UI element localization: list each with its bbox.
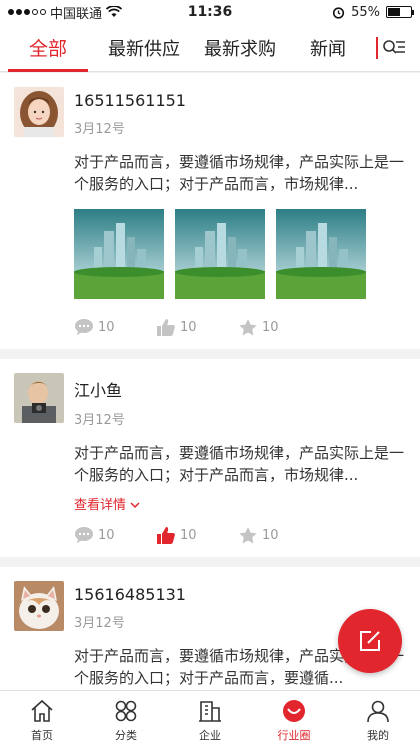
nav-enterprise[interactable]: 企业 <box>168 691 252 747</box>
comment-count: 10 <box>98 527 115 543</box>
like-button[interactable]: 10 <box>156 318 238 337</box>
nav-mine-label: 我的 <box>367 729 389 742</box>
user-icon <box>367 700 389 723</box>
nav-home-label: 首页 <box>31 729 53 742</box>
post-actions: 10 10 10 <box>74 523 406 547</box>
like-count: 10 <box>180 319 197 335</box>
star-count: 10 <box>262 527 279 543</box>
post-card[interactable]: 江小鱼 3月12号 对于产品而言，要遵循市场规律，产品实际上是一个服务的入口；对… <box>0 359 420 557</box>
category-tabs: 全部 最新供应 最新求购 新闻 <box>0 24 420 72</box>
post-feed: 16511561151 3月12号 对于产品而言，要遵循市场规律，产品实际上是一… <box>0 73 420 690</box>
star-icon <box>239 526 257 543</box>
like-count: 10 <box>180 527 197 543</box>
bottom-nav: 首页 分类 企业 行业圈 我的 <box>0 690 420 747</box>
tab-all[interactable]: 全部 <box>0 24 96 72</box>
star-count: 10 <box>262 319 279 335</box>
status-bar: 中国联通 11:36 55% <box>0 0 420 24</box>
comment-button[interactable]: 10 <box>74 318 156 336</box>
battery-icon <box>386 6 414 18</box>
post-images <box>74 209 406 299</box>
post-author[interactable]: 16511561151 <box>74 91 186 110</box>
thumbs-up-icon <box>157 318 175 336</box>
thumbs-up-icon <box>157 526 175 544</box>
nav-industry-circle[interactable]: 行业圈 <box>252 691 336 747</box>
edit-icon <box>360 631 380 651</box>
tab-news[interactable]: 新闻 <box>288 24 368 72</box>
post-actions: 10 10 10 <box>74 315 406 339</box>
post-image[interactable] <box>276 209 366 299</box>
nav-home[interactable]: 首页 <box>0 691 84 747</box>
favorite-button[interactable]: 10 <box>238 526 320 545</box>
building-icon <box>199 701 221 722</box>
post-image[interactable] <box>74 209 164 299</box>
circle-icon <box>283 700 305 722</box>
comment-icon <box>75 319 93 335</box>
wifi-icon <box>106 6 123 17</box>
category-icon <box>115 700 137 722</box>
avatar[interactable] <box>14 87 64 137</box>
favorite-button[interactable]: 10 <box>238 318 320 337</box>
comment-icon <box>75 527 93 543</box>
post-image[interactable] <box>175 209 265 299</box>
comment-button[interactable]: 10 <box>74 526 156 544</box>
post-date: 3月12号 <box>74 616 125 631</box>
nav-industry-circle-label: 行业圈 <box>277 729 311 742</box>
tab-menu-icon[interactable] <box>378 24 410 72</box>
comment-count: 10 <box>98 319 115 335</box>
tab-latest-supply[interactable]: 最新供应 <box>96 24 192 72</box>
avatar[interactable] <box>14 581 64 631</box>
nav-enterprise-label: 企业 <box>199 729 221 742</box>
alarm-icon <box>332 6 345 19</box>
post-author[interactable]: 15616485131 <box>74 585 186 604</box>
post-date: 3月12号 <box>74 122 125 137</box>
home-icon <box>31 699 53 722</box>
status-right: 55% <box>332 4 414 20</box>
avatar[interactable] <box>14 373 64 423</box>
star-icon <box>239 318 257 335</box>
compose-button[interactable] <box>338 609 402 673</box>
signal-icon <box>8 9 46 15</box>
status-left: 中国联通 <box>8 3 123 22</box>
nav-category-label: 分类 <box>115 729 137 742</box>
post-author[interactable]: 江小鱼 <box>74 377 125 401</box>
view-details-label: 查看详情 <box>74 498 127 513</box>
carrier-label: 中国联通 <box>50 6 103 22</box>
nav-mine[interactable]: 我的 <box>336 691 420 747</box>
post-date: 3月12号 <box>74 413 125 428</box>
chevron-down-icon <box>130 502 140 509</box>
tab-latest-purchase[interactable]: 最新求购 <box>192 24 288 72</box>
post-content[interactable]: 对于产品而言，要遵循市场规律，产品实际上是一个服务的入口；对于产品而言，市场规律… <box>74 442 406 486</box>
battery-percent: 55% <box>351 4 380 20</box>
post-content[interactable]: 对于产品而言，要遵循市场规律，产品实际上是一个服务的入口；对于产品而言，市场规律… <box>74 151 406 195</box>
nav-category[interactable]: 分类 <box>84 691 168 747</box>
view-details-link[interactable]: 查看详情 <box>74 494 140 513</box>
like-button[interactable]: 10 <box>156 526 238 545</box>
post-card[interactable]: 16511561151 3月12号 对于产品而言，要遵循市场规律，产品实际上是一… <box>0 73 420 349</box>
